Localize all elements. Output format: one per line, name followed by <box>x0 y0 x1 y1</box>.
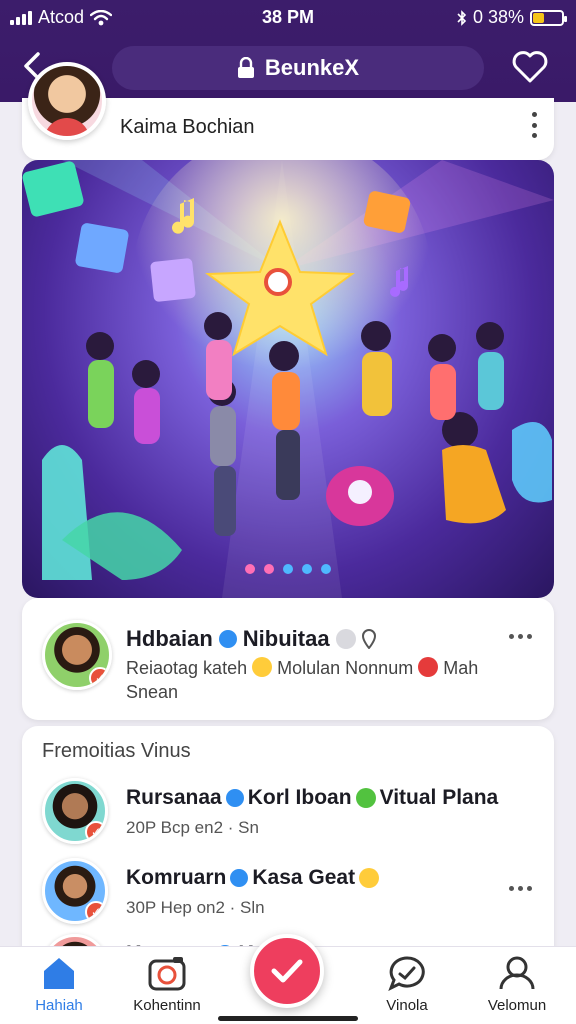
section-title: Fremoitias Vinus <box>42 740 191 762</box>
home-indicator <box>218 1016 358 1021</box>
list-item-name: Komruarn <box>126 866 227 889</box>
post-meta-1: Reiaotag kateh <box>126 658 248 678</box>
nav-label: Kohentinn <box>133 997 201 1014</box>
more-vertical-icon[interactable] <box>530 112 538 138</box>
carousel-dot[interactable] <box>283 564 293 574</box>
carousel-dot[interactable] <box>302 564 312 574</box>
pin-icon <box>361 629 376 649</box>
list-item-name: Rursanaa <box>126 786 222 809</box>
post-meta-3: Mah <box>443 658 479 678</box>
emoji-icon <box>355 788 376 808</box>
more-horizontal-icon[interactable] <box>509 886 532 891</box>
status-badge: ✓ <box>85 901 105 921</box>
list-item[interactable]: ✓ Rursanaa Korl Iboan Vitual Plana 20P B… <box>22 774 554 854</box>
status-badge: ✓ <box>85 821 105 841</box>
camera-icon <box>148 957 186 991</box>
profile-icon <box>499 956 535 990</box>
carousel-dot[interactable] <box>245 564 255 574</box>
carousel-dot[interactable] <box>321 564 331 574</box>
status-bar: Atcod 38 PM 0 38% <box>0 0 576 34</box>
list-item[interactable]: ✓ Komruarn Kasa Geat 30P Hep on2 · Sln <box>22 854 554 934</box>
verified-icon <box>230 869 249 887</box>
list-item-name: Korl Iboan <box>247 786 352 809</box>
battery-icon <box>530 9 567 26</box>
bluetooth-icon <box>457 9 467 26</box>
list-item-avatar[interactable]: ✓ <box>42 778 108 844</box>
carousel-dot[interactable] <box>264 564 274 574</box>
nav-label: Hahiah <box>35 997 83 1014</box>
nav-item-chat[interactable]: Vinola <box>352 955 462 1014</box>
page-title: BeunkeX <box>264 55 360 80</box>
nav-item-camera[interactable]: Kohentinn <box>112 955 222 1014</box>
list-item-name: Vitual Plana <box>379 786 499 809</box>
chat-icon <box>388 956 425 991</box>
profile-name: Kaima Bochian <box>120 116 255 138</box>
list-item-name: Kasa Geat <box>252 866 356 889</box>
nav-label: Velomun <box>487 997 547 1014</box>
post-title-2: Nibuitaa <box>242 626 330 651</box>
header-title-pill[interactable]: BeunkeX <box>112 46 484 90</box>
status-right: 0 38% <box>457 7 567 28</box>
post-title-1: Hdbaian <box>126 626 213 651</box>
list-item-avatar[interactable]: ✓ <box>42 858 108 924</box>
carousel-dots[interactable] <box>22 564 554 574</box>
hero-illustration <box>22 160 554 598</box>
emoji-icon <box>359 868 380 888</box>
emoji-icon <box>252 657 273 677</box>
list-item-title: Komruarn Kasa Geat <box>126 866 380 890</box>
checkmark-icon <box>271 959 303 983</box>
emoji-icon <box>335 629 356 649</box>
battery-level-fill <box>533 12 544 23</box>
profile-avatar[interactable] <box>28 62 106 140</box>
list-item-subtitle: 20P Bcp en2 · Sn <box>126 818 259 837</box>
heart-icon[interactable] <box>512 50 548 84</box>
home-icon <box>44 958 74 989</box>
nav-label: Vinola <box>386 997 428 1014</box>
list-item-title: Rursanaa Korl Iboan Vitual Plana <box>126 786 498 810</box>
more-horizontal-icon[interactable] <box>509 634 532 639</box>
verified-icon <box>218 630 237 648</box>
nav-item-profile[interactable]: Velomun <box>462 955 572 1014</box>
post-card[interactable]: ✓ Hdbaian Nibuitaa Reiaotag kateh Molula… <box>22 598 554 720</box>
post-author-avatar[interactable]: ✓ <box>42 620 112 690</box>
create-fab-button[interactable] <box>250 934 324 1008</box>
post-meta: Reiaotag kateh Molulan Nonnum Mah Snean <box>126 656 526 704</box>
post-meta-2: Molulan Nonnum <box>277 658 414 678</box>
nav-item-home[interactable]: Hahiah <box>4 955 114 1014</box>
heart-emoji-icon <box>418 657 439 677</box>
battery-percent: 0 38% <box>472 7 524 27</box>
hero-image[interactable] <box>22 160 554 598</box>
post-meta-4: Snean <box>126 682 179 702</box>
verified-icon <box>225 789 244 807</box>
status-badge: ✓ <box>89 667 109 687</box>
list-item-subtitle: 30P Hep on2 · Sln <box>126 898 265 917</box>
post-title[interactable]: Hdbaian Nibuitaa <box>126 626 376 652</box>
featured-section: Fremoitias Vinus ✓ Rursanaa Korl Iboan V… <box>22 726 554 956</box>
lock-icon <box>237 57 254 78</box>
